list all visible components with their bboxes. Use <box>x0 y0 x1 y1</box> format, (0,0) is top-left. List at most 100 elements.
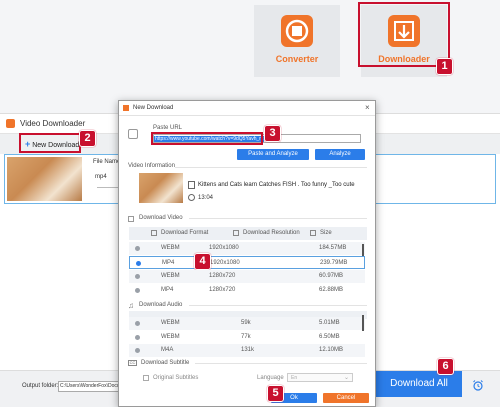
link-icon <box>128 129 138 139</box>
new-download-dialog: New Download × Paste URL https://www.you… <box>118 100 376 407</box>
window-title: Video Downloader <box>20 119 86 128</box>
video-row[interactable]: WEBM 1280x720 60.97MB <box>129 270 365 283</box>
download-video-label: Download Video <box>139 215 183 221</box>
divider <box>195 363 367 364</box>
row-size: 12.10MB <box>319 347 344 353</box>
downloader-highlight <box>358 2 450 67</box>
analyze-button[interactable]: Analyze <box>315 149 365 160</box>
output-folder-label: Output folder: <box>22 383 59 389</box>
row-size: 184.57MB <box>319 245 347 251</box>
language-label: Language <box>257 375 284 381</box>
row-resolution: 1280x720 <box>209 273 236 279</box>
original-subtitles-label: Original Subtitles <box>153 375 199 381</box>
radio-unselected <box>135 335 140 340</box>
audio-row[interactable]: M4A 131k 12.10MB <box>129 344 365 357</box>
dialog-title: New Download <box>133 105 174 111</box>
video-row[interactable]: WEBM 1920x1080 184.57MB <box>129 242 365 255</box>
step-badge-1: 1 <box>436 58 453 75</box>
video-info-label: Video Information <box>128 163 175 169</box>
radio-selected-check-icon <box>136 261 141 266</box>
video-table-header: Download Format Download Resolution Size <box>129 227 367 240</box>
row-format: MP4 <box>161 287 174 293</box>
row-format: WEBM <box>161 245 180 251</box>
step-badge-6: 6 <box>437 358 454 375</box>
radio-unselected <box>135 246 140 251</box>
video-table-scrollbar[interactable] <box>362 244 364 256</box>
video-row[interactable]: MP4 1280x720 62.88MB <box>129 284 365 297</box>
col-download-format: Download Format <box>161 230 209 236</box>
row-bitrate: 131k <box>241 347 255 353</box>
row-format: WEBM <box>161 273 180 279</box>
dialog-titlebar: New Download × <box>119 101 375 116</box>
col-size: Size <box>320 230 332 236</box>
audio-table-scrollbar[interactable] <box>362 315 364 331</box>
divider <box>189 218 367 219</box>
checkbox-video[interactable] <box>128 216 134 222</box>
video-info-thumbnail <box>139 173 183 203</box>
row-size: 60.97MB <box>319 273 344 279</box>
cancel-button[interactable]: Cancel <box>323 393 369 403</box>
row-format: WEBM <box>161 320 180 326</box>
original-subtitles-checkbox[interactable] <box>143 375 149 381</box>
paste-and-analyze-label: Paste and Analyze <box>248 151 298 157</box>
audio-row[interactable]: WEBM 77k 6.50MB <box>129 331 365 344</box>
row-size: 239.79MB <box>320 260 348 266</box>
row-size: 6.50MB <box>319 334 340 340</box>
paste-url-label: Paste URL <box>153 125 183 131</box>
radio-unselected <box>135 348 140 353</box>
app-logo-icon <box>6 119 15 128</box>
row-format: MP4 <box>162 260 175 266</box>
col-download-resolution: Download Resolution <box>243 230 300 236</box>
clock-icon <box>188 194 195 201</box>
new-download-highlight <box>19 133 81 153</box>
divider <box>175 167 367 168</box>
file-name-label: File Name <box>93 159 121 165</box>
close-icon[interactable]: × <box>365 103 370 112</box>
video-duration: 13:04 <box>198 195 214 201</box>
row-size: 5.01MB <box>319 320 340 326</box>
cc-icon: CC <box>128 360 137 366</box>
row-resolution: 1280x720 <box>209 287 236 293</box>
row-size: 62.88MB <box>319 287 344 293</box>
language-select[interactable]: En ⌄ <box>287 373 353 382</box>
size-column-icon <box>310 230 316 236</box>
music-note-icon: ♫ <box>128 301 134 310</box>
row-format: WEBM <box>161 334 180 340</box>
analyze-label: Analyze <box>329 151 351 157</box>
format-column-icon <box>151 230 157 236</box>
cancel-label: Cancel <box>336 395 356 401</box>
format-value: mp4 <box>95 174 107 180</box>
converter-label: Converter <box>275 54 319 64</box>
url-highlight <box>151 132 263 145</box>
video-title: Kittens and Cats learn Catches FISH . To… <box>198 182 355 188</box>
output-folder-field[interactable]: C:\Users\WonderFox\Docum <box>58 381 120 392</box>
document-icon <box>188 181 195 189</box>
video-row-selected[interactable]: MP4 1920x1080 239.79MB <box>129 256 365 269</box>
film-reel-icon <box>281 15 313 47</box>
dialog-icon <box>123 105 129 111</box>
download-audio-label: Download Audio <box>139 302 183 308</box>
resolution-column-icon <box>233 230 239 236</box>
step-badge-5: 5 <box>267 385 284 402</box>
step-badge-4: 4 <box>194 253 211 270</box>
audio-row[interactable]: WEBM 59k 5.01MB <box>129 317 365 330</box>
video-thumbnail <box>7 157 82 201</box>
step-badge-3: 3 <box>264 125 281 142</box>
alarm-clock-icon[interactable] <box>472 379 484 391</box>
row-resolution: 1920x1080 <box>210 260 240 266</box>
radio-unselected <box>135 321 140 326</box>
converter-tile[interactable]: Converter <box>254 5 340 77</box>
download-all-label: Download All <box>390 378 448 389</box>
paste-and-analyze-button[interactable]: Paste and Analyze <box>237 149 309 160</box>
radio-unselected <box>135 274 140 279</box>
row-resolution: 1920x1080 <box>209 245 239 251</box>
ok-label: Ok <box>290 395 298 401</box>
row-bitrate: 77k <box>241 334 251 340</box>
row-bitrate: 59k <box>241 320 251 326</box>
language-value: En <box>291 375 298 381</box>
download-subtitle-label: Download Subtitle <box>141 360 190 366</box>
chevron-down-icon: ⌄ <box>343 375 349 381</box>
step-badge-2: 2 <box>79 130 96 147</box>
radio-unselected <box>135 288 140 293</box>
divider <box>189 305 367 306</box>
